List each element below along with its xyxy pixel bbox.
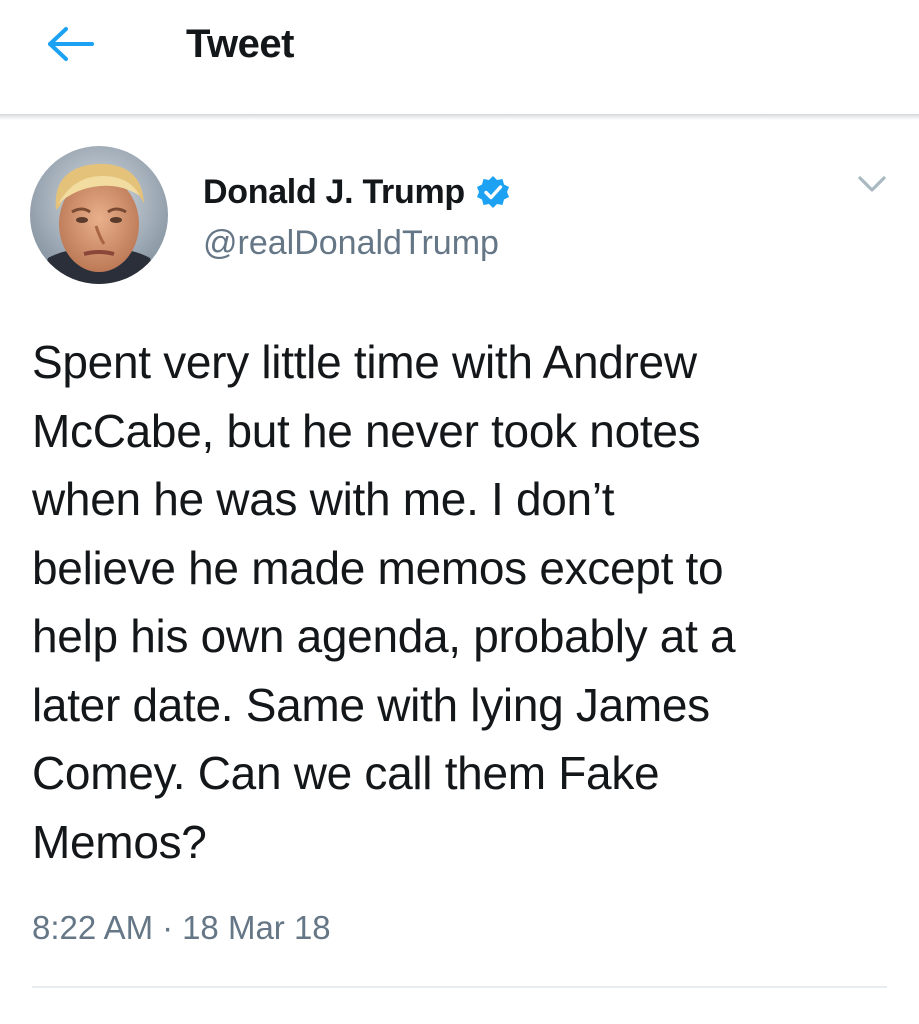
divider [32, 986, 887, 988]
page-title: Tweet [186, 22, 294, 66]
meta-separator: · [162, 909, 174, 946]
avatar-image [30, 146, 168, 284]
top-bar: Tweet [0, 0, 919, 114]
author-name[interactable]: Donald J. Trump [203, 172, 465, 212]
header-divider [0, 114, 919, 120]
back-arrow-icon [48, 27, 94, 61]
author-handle[interactable]: @realDonaldTrump [203, 222, 499, 264]
more-options-button[interactable] [852, 166, 892, 202]
tweet-date[interactable]: 18 Mar 18 [182, 909, 331, 946]
back-button[interactable] [40, 22, 100, 66]
verified-badge-icon [476, 176, 509, 208]
chevron-down-icon [858, 176, 886, 192]
tweet-text: Spent very little time with Andrew McCab… [32, 336, 736, 868]
author-row: Donald J. Trump [203, 172, 511, 212]
tweet-time[interactable]: 8:22 AM [32, 909, 153, 946]
avatar[interactable] [30, 146, 168, 284]
tweet-meta: 8:22 AM · 18 Mar 18 [32, 904, 331, 952]
